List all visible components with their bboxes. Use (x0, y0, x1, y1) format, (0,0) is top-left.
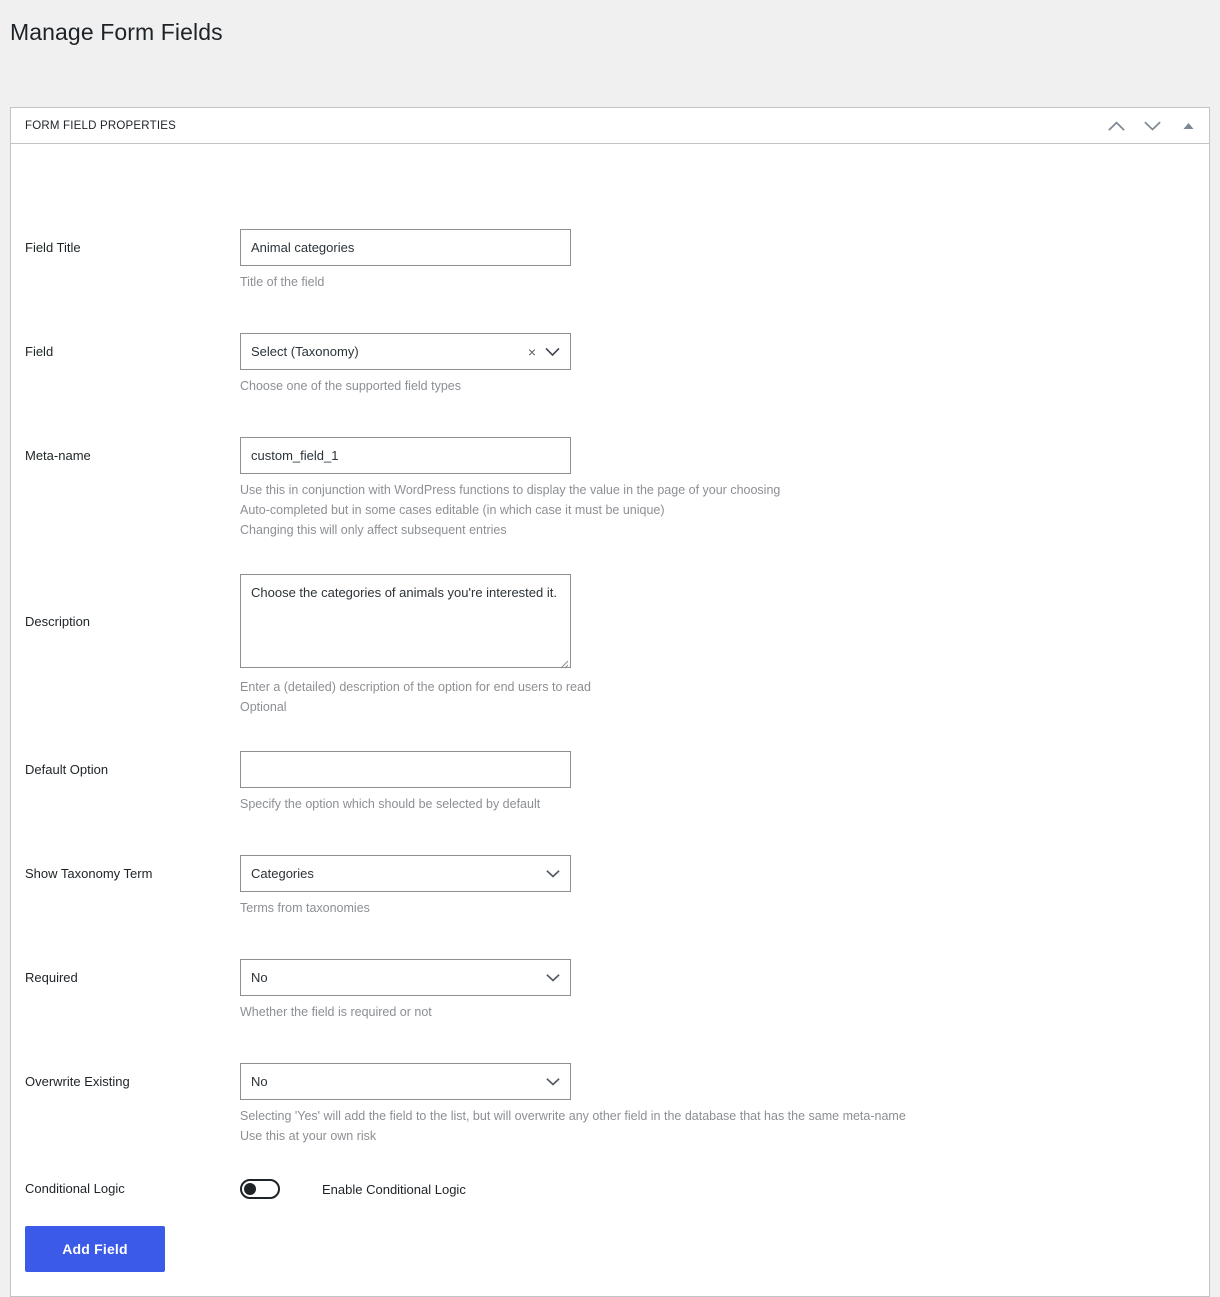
default-option-label: Default Option (25, 762, 109, 777)
triangle-up-icon (1182, 121, 1195, 131)
meta-name-help: Use this in conjunction with WordPress f… (240, 483, 781, 537)
submit-wrapper: Add Field (11, 1226, 165, 1272)
default-option-help: Specify the option which should be selec… (240, 797, 541, 811)
default-option-input[interactable] (240, 751, 571, 788)
description-help: Enter a (detailed) description of the op… (240, 680, 591, 714)
required-select-wrapper: No (240, 959, 571, 996)
required-control: No Whether the field is required or not (240, 959, 1209, 1022)
panel-header: FORM FIELD PROPERTIES (11, 108, 1209, 144)
clear-selection-icon[interactable]: × (524, 345, 545, 359)
form-field-properties-panel: FORM FIELD PROPERTIES Field Title Animal… (10, 107, 1210, 1297)
meta-name-input[interactable] (240, 437, 571, 474)
chevron-down-icon (1143, 120, 1161, 132)
chevron-down-icon (545, 347, 560, 357)
description-control: Choose the categories of animals you're … (240, 574, 1209, 717)
field-title-input[interactable] (240, 229, 571, 266)
collapse-panel-button[interactable] (1175, 113, 1201, 139)
move-up-button[interactable] (1103, 113, 1129, 139)
panel-body: Field Title Title of the field Field Sel… (11, 229, 1209, 1272)
description-textarea[interactable]: Choose the categories of animals you're … (240, 574, 571, 668)
show-taxonomy-term-help: Terms from taxonomies (240, 901, 370, 915)
default-option-control: Specify the option which should be selec… (240, 751, 1209, 814)
field-type-selected-value: Select (Taxonomy) (251, 344, 359, 359)
field-title-control: Title of the field (240, 229, 1209, 292)
field-title-help: Title of the field (240, 275, 325, 289)
row-conditional-logic: Conditional Logic Enable Conditional Log… (11, 1179, 1209, 1199)
show-taxonomy-term-label: Show Taxonomy Term (25, 866, 153, 881)
field-type-label: Field (25, 344, 54, 359)
description-label: Description (25, 614, 91, 629)
row-show-taxonomy-term: Show Taxonomy Term Categories Terms from… (11, 855, 1209, 918)
overwrite-existing-label: Overwrite Existing (25, 1074, 130, 1089)
move-down-button[interactable] (1139, 113, 1165, 139)
enable-conditional-logic-toggle[interactable] (240, 1179, 280, 1199)
row-field-title: Field Title Title of the field (11, 229, 1209, 292)
meta-name-label: Meta-name (25, 448, 91, 463)
show-taxonomy-term-control: Categories Terms from taxonomies (240, 855, 1209, 918)
row-required: Required No Whether the field is require… (11, 959, 1209, 1022)
overwrite-existing-select[interactable]: No (240, 1063, 571, 1100)
description-textarea-wrapper: Choose the categories of animals you're … (240, 574, 571, 671)
required-select[interactable]: No (240, 959, 571, 996)
toggle-knob (244, 1183, 256, 1195)
overwrite-existing-select-wrapper: No (240, 1063, 571, 1100)
add-field-button[interactable]: Add Field (25, 1226, 165, 1272)
show-taxonomy-term-select[interactable]: Categories (240, 855, 571, 892)
row-field-type: Field Select (Taxonomy) × Choose one of … (11, 333, 1209, 396)
row-description: Description Choose the categories of ani… (11, 574, 1209, 717)
required-help: Whether the field is required or not (240, 1005, 432, 1019)
field-type-select[interactable]: Select (Taxonomy) × (240, 333, 571, 370)
required-label: Required (25, 970, 78, 985)
panel-header-actions (1103, 108, 1201, 144)
field-type-control: Select (Taxonomy) × Choose one of the su… (240, 333, 1209, 396)
overwrite-existing-help: Selecting 'Yes' will add the field to th… (240, 1109, 906, 1143)
conditional-logic-label: Conditional Logic (25, 1181, 125, 1196)
field-type-help: Choose one of the supported field types (240, 379, 461, 393)
field-title-label: Field Title (25, 240, 81, 255)
page-title: Manage Form Fields (10, 19, 223, 45)
show-taxonomy-term-select-wrapper: Categories (240, 855, 571, 892)
row-overwrite-existing: Overwrite Existing No Selecting 'Yes' wi… (11, 1063, 1209, 1146)
row-default-option: Default Option Specify the option which … (11, 751, 1209, 814)
conditional-logic-control: Enable Conditional Logic (240, 1179, 1209, 1199)
row-meta-name: Meta-name Use this in conjunction with W… (11, 437, 1209, 540)
chevron-up-icon (1107, 120, 1125, 132)
overwrite-existing-control: No Selecting 'Yes' will add the field to… (240, 1063, 1209, 1146)
enable-conditional-logic-label: Enable Conditional Logic (322, 1181, 466, 1197)
meta-name-control: Use this in conjunction with WordPress f… (240, 437, 1209, 540)
row-submit: Add Field (11, 1226, 1209, 1272)
panel-header-title: FORM FIELD PROPERTIES (25, 119, 176, 132)
